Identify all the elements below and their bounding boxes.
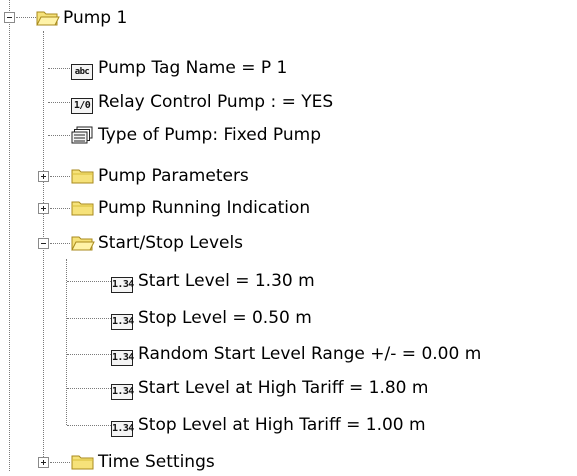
- tree-node-pump-parameters[interactable]: Pump Parameters: [71, 162, 249, 190]
- tree-connector: [66, 259, 67, 425]
- tree-connector: [48, 102, 70, 103]
- tree-connector: [67, 425, 111, 426]
- tree-connector: [48, 68, 70, 69]
- tree-node-start-level-high-tariff[interactable]: 1.34 Start Level at High Tariff = 1.80 m: [111, 374, 428, 402]
- binary-icon: 1/0: [71, 93, 93, 114]
- tree-node-label: Start/Stop Levels: [98, 233, 244, 253]
- numeric-icon: 1.34: [111, 416, 134, 437]
- tree-node-pump1[interactable]: Pump 1: [36, 4, 127, 32]
- numeric-icon: 1.34: [111, 379, 134, 400]
- tree-node-time-settings[interactable]: Time Settings: [71, 448, 215, 476]
- tree-node-label: Pump Parameters: [98, 166, 249, 186]
- folder-closed-icon: [71, 167, 94, 185]
- tree-connector: [50, 243, 70, 244]
- tree-connector: [9, 0, 10, 471]
- tree-node-label: Random Start Level Range +/- = 0.00 m: [138, 344, 482, 364]
- numeric-icon: 1.34: [111, 345, 134, 366]
- collapse-toggle-start-stop[interactable]: [38, 238, 49, 249]
- folder-open-icon: [36, 9, 60, 27]
- list-icon: [71, 126, 93, 144]
- tree-connector: [67, 388, 111, 389]
- tree-node-label: Relay Control Pump : = YES: [98, 92, 334, 112]
- tree-connector: [50, 462, 70, 463]
- tree-node-label: Stop Level at High Tariff = 1.00 m: [138, 415, 426, 435]
- tree-connector: [16, 17, 36, 18]
- tree-node-start-level[interactable]: 1.34 Start Level = 1.30 m: [111, 267, 315, 295]
- abc-icon: abc: [71, 59, 93, 80]
- folder-closed-icon: [71, 199, 94, 217]
- tree-view: Pump 1 abc Pump Tag Name = P 1 1/0 Relay…: [0, 0, 577, 472]
- tree-node-label: Start Level = 1.30 m: [138, 271, 315, 291]
- tree-node-stop-level-high-tariff[interactable]: 1.34 Stop Level at High Tariff = 1.00 m: [111, 411, 426, 439]
- tree-node-label: Start Level at High Tariff = 1.80 m: [138, 378, 429, 398]
- collapse-toggle-pump1[interactable]: [4, 12, 15, 23]
- tree-connector: [50, 176, 70, 177]
- tree-node-label: Time Settings: [98, 452, 215, 472]
- expand-toggle-time-settings[interactable]: [38, 457, 49, 468]
- tree-node-stop-level[interactable]: 1.34 Stop Level = 0.50 m: [111, 304, 312, 332]
- expand-toggle-pump-parameters[interactable]: [38, 171, 49, 182]
- tree-node-pump-running[interactable]: Pump Running Indication: [71, 194, 310, 222]
- tree-node-start-stop-levels[interactable]: Start/Stop Levels: [71, 229, 243, 257]
- folder-closed-icon: [71, 453, 94, 471]
- tree-connector: [67, 318, 111, 319]
- tree-connector: [48, 135, 70, 136]
- tree-node-relay-control[interactable]: 1/0 Relay Control Pump : = YES: [71, 88, 333, 116]
- tree-node-label: Pump Running Indication: [98, 198, 311, 218]
- numeric-icon: 1.34: [111, 309, 134, 330]
- tree-node-label: Pump Tag Name = P 1: [98, 58, 288, 78]
- minus-icon: [7, 17, 12, 18]
- tree-node-label: Pump 1: [63, 8, 128, 28]
- tree-node-pump-type[interactable]: Type of Pump: Fixed Pump: [71, 121, 321, 149]
- minus-icon: [41, 243, 46, 244]
- folder-open-icon: [71, 234, 95, 252]
- tree-connector: [67, 354, 111, 355]
- tree-connector: [67, 281, 111, 282]
- tree-node-label: Stop Level = 0.50 m: [138, 308, 312, 328]
- tree-node-label: Type of Pump: Fixed Pump: [98, 125, 321, 145]
- numeric-icon: 1.34: [111, 272, 134, 293]
- expand-toggle-pump-running[interactable]: [38, 203, 49, 214]
- tree-node-random-start-range[interactable]: 1.34 Random Start Level Range +/- = 0.00…: [111, 340, 481, 368]
- tree-node-pump-tag-name[interactable]: abc Pump Tag Name = P 1: [71, 54, 287, 82]
- tree-connector: [50, 208, 70, 209]
